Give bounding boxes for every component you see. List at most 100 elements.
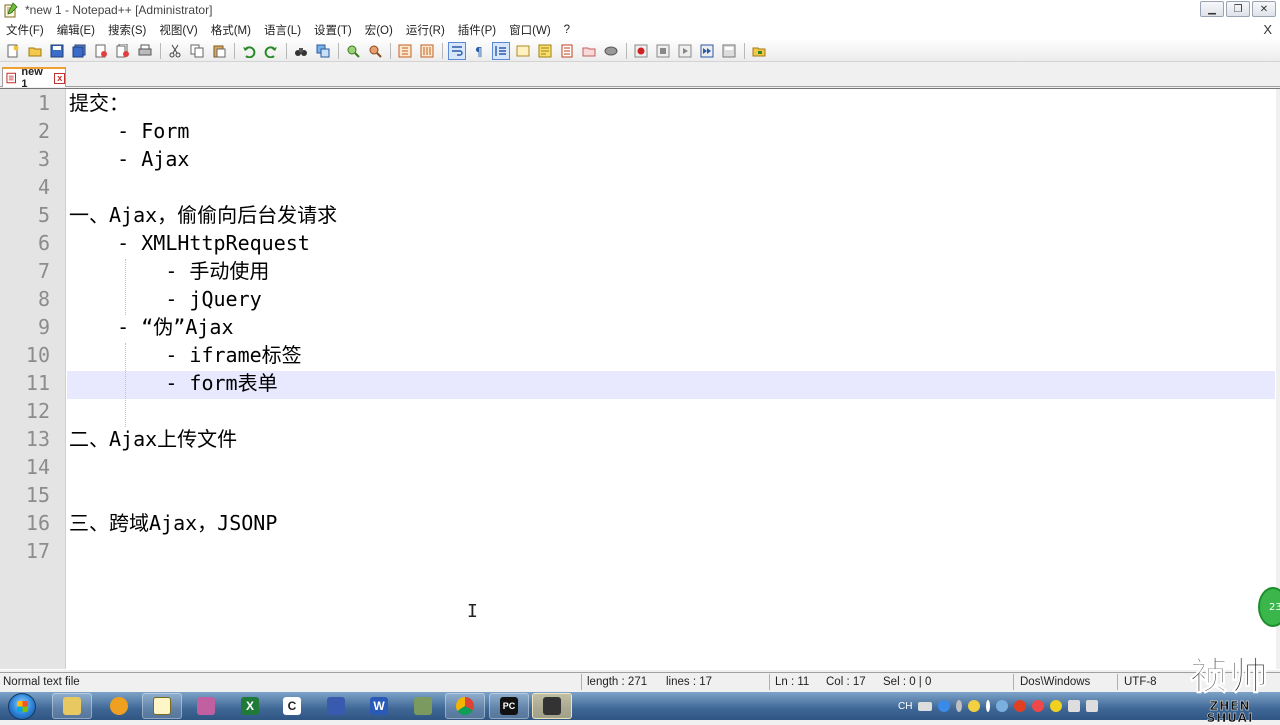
menu-macro[interactable]: 宏(O) — [359, 22, 399, 38]
input-language-indicator[interactable]: CH — [898, 701, 912, 712]
macro-play-button[interactable] — [676, 42, 694, 60]
close-all-icon — [116, 43, 129, 57]
zoom-in-button[interactable] — [344, 42, 362, 60]
vertical-scrollbar[interactable] — [1276, 89, 1280, 669]
menu-language[interactable]: 语言(L) — [258, 22, 307, 38]
new-file-icon — [7, 44, 19, 57]
sync-horizontal-button[interactable] — [418, 42, 436, 60]
taskbar-pycharm[interactable]: PC — [489, 693, 529, 719]
save-button[interactable] — [48, 42, 66, 60]
code-line[interactable]: 提交： — [69, 89, 129, 117]
sync-horizontal-icon — [420, 44, 434, 57]
taskbar-app-save[interactable] — [316, 693, 356, 719]
code-line[interactable]: - iframe标签 — [69, 341, 301, 369]
editor-pane[interactable]: 1 2 3 4 5 6 7 8 9 10 11 12 13 14 15 16 17 I 提交： - Form -… — [0, 88, 1280, 670]
network-icon[interactable] — [1068, 700, 1081, 712]
menu-search[interactable]: 搜索(S) — [102, 22, 152, 38]
undo-button[interactable] — [240, 42, 258, 60]
pin-icon[interactable] — [956, 700, 963, 712]
menu-view[interactable]: 视图(V) — [153, 22, 203, 38]
line-number: 2 — [37, 119, 50, 143]
start-button[interactable] — [8, 693, 36, 720]
taskbar-app-4[interactable] — [186, 693, 226, 719]
doc-map-button[interactable] — [536, 42, 554, 60]
menu-help[interactable]: ? — [558, 24, 576, 36]
taskbar-chrome[interactable] — [445, 693, 485, 719]
macro-stop-button[interactable] — [654, 42, 672, 60]
tray-app-icon[interactable] — [968, 700, 981, 712]
tray-app-icon[interactable] — [1014, 700, 1027, 712]
indent-guide-icon — [495, 45, 506, 56]
close-window-button[interactable]: ✕ — [1252, 1, 1276, 17]
tab-label: new 1 — [21, 66, 43, 90]
code-line[interactable]: - XMLHttpRequest — [69, 229, 310, 257]
indent-guide-button[interactable] — [492, 41, 510, 60]
taskbar-explorer[interactable] — [52, 693, 92, 719]
print-button[interactable] — [136, 42, 154, 60]
tray-app-icon[interactable] — [1050, 700, 1063, 712]
taskbar-active-app[interactable] — [532, 693, 572, 719]
menu-plugins[interactable]: 插件(P) — [452, 22, 502, 38]
close-all-button[interactable] — [114, 42, 132, 60]
word-wrap-button[interactable] — [448, 41, 466, 60]
show-all-chars-button[interactable]: ¶ — [470, 42, 488, 60]
redo-button[interactable] — [262, 42, 280, 60]
taskbar-app-c[interactable]: C — [272, 693, 312, 719]
folder-workspace-button[interactable] — [580, 42, 598, 60]
tray-app-icon[interactable] — [996, 700, 1009, 712]
macro-save-button[interactable] — [720, 42, 738, 60]
plugin-button[interactable] — [750, 42, 768, 60]
code-line[interactable]: 一、Ajax，偷偷向后台发请求 — [69, 201, 337, 229]
code-line[interactable]: - form表单 — [69, 369, 277, 397]
menu-window[interactable]: 窗口(W) — [503, 22, 557, 38]
find-button[interactable] — [292, 42, 310, 60]
menu-format[interactable]: 格式(M) — [205, 22, 257, 38]
fast-forward-icon — [700, 44, 714, 57]
new-file-button[interactable] — [4, 42, 22, 60]
tab-new-1[interactable]: new 1 x — [2, 66, 66, 90]
volume-icon[interactable] — [1086, 700, 1099, 712]
function-list-button[interactable] — [558, 42, 576, 60]
code-line[interactable]: - 手动使用 — [69, 257, 269, 285]
tab-close-button[interactable]: x — [54, 72, 65, 84]
floating-badge[interactable]: 23 — [1258, 587, 1280, 627]
copy-button[interactable] — [188, 42, 206, 60]
minimize-button[interactable]: ▁ — [1200, 1, 1224, 17]
code-line[interactable]: - Form — [69, 117, 189, 145]
taskbar-notepadpp[interactable] — [142, 693, 182, 719]
save-all-button[interactable] — [70, 42, 88, 60]
taskbar-app-2[interactable] — [99, 693, 139, 719]
toolbar-separator — [744, 42, 745, 59]
menu-settings[interactable]: 设置(T) — [308, 22, 358, 38]
macro-record-button[interactable] — [632, 42, 650, 60]
help-icon[interactable] — [938, 700, 951, 712]
code-line[interactable]: 二、Ajax上传文件 — [69, 425, 237, 453]
code-line[interactable]: - Ajax — [69, 145, 189, 173]
close-file-button[interactable] — [92, 42, 110, 60]
menu-edit[interactable]: 编辑(E) — [51, 22, 101, 38]
keyboard-icon[interactable] — [918, 701, 933, 711]
taskbar-excel[interactable]: X — [230, 693, 270, 719]
status-line-number: Ln : 11 — [775, 676, 810, 688]
menu-file[interactable]: 文件(F) — [0, 22, 50, 38]
taskbar-app-tools[interactable] — [403, 693, 443, 719]
tray-app-icon[interactable] — [1032, 700, 1045, 712]
open-file-button[interactable] — [26, 42, 44, 60]
taskbar-word[interactable]: W — [359, 693, 399, 719]
replace-button[interactable] — [314, 42, 332, 60]
code-area[interactable]: I 提交： - Form - Ajax 一、Ajax，偷偷向后台发请求 - XML… — [67, 89, 1277, 669]
code-line[interactable]: - “伪”Ajax — [69, 313, 233, 341]
macro-play-multiple-button[interactable] — [698, 42, 716, 60]
restore-button[interactable]: ❐ — [1226, 1, 1250, 17]
zoom-out-button[interactable] — [366, 42, 384, 60]
paste-button[interactable] — [210, 42, 228, 60]
monitoring-button[interactable] — [602, 42, 620, 60]
sync-vertical-button[interactable] — [396, 42, 414, 60]
menu-run[interactable]: 运行(R) — [400, 22, 451, 38]
code-line[interactable]: 三、跨域Ajax，JSONP — [69, 509, 277, 537]
code-line[interactable]: - jQuery — [69, 285, 261, 313]
arrow-icon[interactable] — [986, 700, 991, 712]
cut-button[interactable] — [166, 42, 184, 60]
close-document-button[interactable]: X — [1263, 22, 1272, 37]
udl-button[interactable] — [514, 42, 532, 60]
